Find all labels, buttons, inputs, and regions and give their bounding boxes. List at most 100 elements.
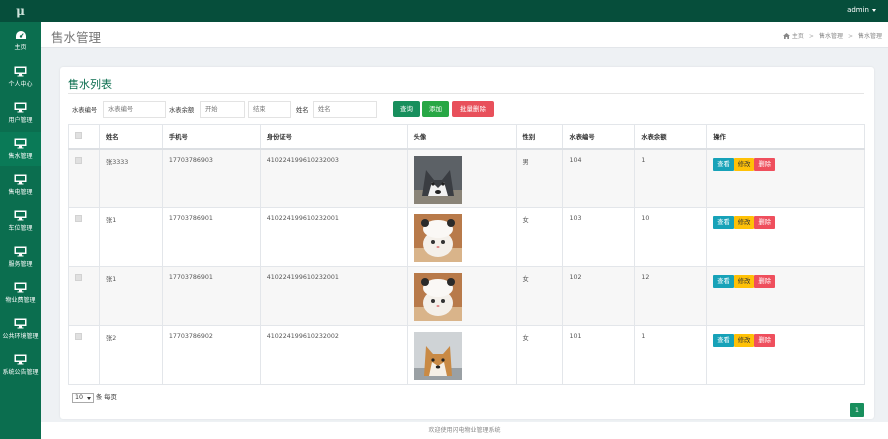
gender-cell: 女 <box>515 207 564 267</box>
sidebar-item-profile[interactable]: 个人中心 <box>0 60 41 94</box>
balance-cell: 12 <box>634 266 708 326</box>
view-button[interactable]: 查看 <box>713 216 734 229</box>
water-table: 姓名 手机号 身份证号 头像 性别 水表编号 水表余额 操作 张3333 177… <box>68 124 865 385</box>
monitor-icon <box>14 246 27 257</box>
row-checkbox[interactable] <box>75 156 82 164</box>
page-size-select[interactable]: 10 <box>72 393 94 403</box>
delete-button[interactable]: 删除 <box>754 157 775 171</box>
chevron-down-icon <box>872 8 876 12</box>
sidebar-item-property-fee[interactable]: 物业费管理 <box>0 276 41 310</box>
meter-label: 水表编号 <box>72 107 98 114</box>
balance-start-input[interactable] <box>200 101 245 118</box>
chevron-down-icon <box>87 397 91 400</box>
card-title: 售水列表 <box>68 78 112 91</box>
select-cell <box>68 266 100 326</box>
name-input[interactable] <box>313 101 377 118</box>
sidebar-item-label: 服务管理 <box>8 261 33 268</box>
query-button[interactable]: 查询 <box>393 101 420 117</box>
id-card-cell: 410224199610232001 <box>259 207 408 267</box>
balance-label: 水表余额 <box>169 107 195 114</box>
sidebar-item-parking[interactable]: 车位管理 <box>0 204 41 238</box>
page-button-current[interactable]: 1 <box>850 403 864 417</box>
edit-button[interactable]: 修改 <box>733 275 755 288</box>
monitor-icon <box>14 318 27 329</box>
sidebar-item-label: 车位管理 <box>8 225 33 232</box>
page-size-value: 10 <box>75 394 84 401</box>
user-menu[interactable]: admin <box>847 6 876 14</box>
column-header[interactable]: 性别 <box>515 124 564 150</box>
edit-button[interactable]: 修改 <box>733 157 755 171</box>
monitor-icon <box>14 138 27 149</box>
row-checkbox[interactable] <box>75 333 82 340</box>
sidebar-item-label: 公共环境管理 <box>2 333 39 340</box>
column-header: 操作 <box>706 124 865 150</box>
delete-button[interactable]: 删除 <box>754 275 775 288</box>
monitor-icon <box>14 174 27 185</box>
row-checkbox[interactable] <box>75 274 82 281</box>
top-bar: μ admin <box>0 0 888 22</box>
select-all-checkbox[interactable] <box>75 131 82 139</box>
dashboard-icon <box>15 31 26 39</box>
meter-input[interactable] <box>103 101 166 118</box>
balance-cell: 10 <box>634 207 708 267</box>
phone-cell: 17703786901 <box>161 207 261 267</box>
sidebar-item-service[interactable]: 服务管理 <box>0 240 41 274</box>
name-label: 姓名 <box>296 107 309 114</box>
monitor-icon <box>14 282 27 293</box>
column-header[interactable]: 姓名 <box>98 124 163 150</box>
view-button[interactable]: 查看 <box>713 157 734 171</box>
breadcrumb-item[interactable]: 售水管理 <box>819 33 843 40</box>
column-header[interactable]: 手机号 <box>161 124 261 150</box>
column-header[interactable]: 水表编号 <box>562 124 636 150</box>
breadcrumb-current: 售水管理 <box>857 33 882 40</box>
column-header[interactable]: 水表余额 <box>634 124 708 150</box>
monitor-icon <box>14 210 27 221</box>
app-logo[interactable]: μ <box>0 0 41 22</box>
edit-button[interactable]: 修改 <box>733 334 755 347</box>
edit-button[interactable]: 修改 <box>733 216 755 229</box>
row-checkbox[interactable] <box>75 215 82 222</box>
monitor-icon <box>14 66 27 77</box>
balance-end-input[interactable] <box>248 101 291 118</box>
meter-cell: 103 <box>562 207 636 267</box>
avatar-cell <box>406 325 517 385</box>
avatar-cell <box>406 266 517 326</box>
sidebar-item-label: 物业费管理 <box>5 297 36 304</box>
footer: 欢迎使用闪电物业管理系统 <box>41 422 888 439</box>
meter-cell: 101 <box>562 325 636 385</box>
meter-cell: 104 <box>562 148 636 208</box>
sidebar-item-environment[interactable]: 公共环境管理 <box>0 312 41 346</box>
gender-cell: 女 <box>515 325 564 385</box>
batch-delete-button[interactable]: 批量删除 <box>452 101 494 117</box>
view-button[interactable]: 查看 <box>713 275 734 288</box>
breadcrumb: 主页 > 售水管理 > 售水管理 <box>782 31 882 40</box>
sidebar-item-announcements[interactable]: 系统公告管理 <box>0 348 41 382</box>
shiba-avatar-image <box>413 332 462 380</box>
view-button[interactable]: 查看 <box>713 334 734 347</box>
page-size-control: 10 条 每页 <box>72 392 117 403</box>
avatar-cell <box>406 207 517 267</box>
sidebar-item-label: 个人中心 <box>8 81 33 88</box>
meter-cell: 102 <box>562 266 636 326</box>
sidebar-item-label: 系统公告管理 <box>2 369 39 376</box>
name-cell: 张2 <box>98 325 163 385</box>
sidebar-item-label: 售电管理 <box>8 189 33 196</box>
sidebar-item-water[interactable]: 售水管理 <box>0 132 41 166</box>
name-cell: 张3333 <box>98 148 163 208</box>
gender-cell: 女 <box>515 266 564 326</box>
select-cell <box>68 207 100 267</box>
delete-button[interactable]: 删除 <box>754 216 775 229</box>
add-button[interactable]: 添加 <box>422 101 449 117</box>
cat-avatar-image <box>413 273 462 321</box>
sidebar-item-label: 主页 <box>14 44 27 51</box>
husky-avatar-image <box>413 155 462 204</box>
sidebar-item-users[interactable]: 用户管理 <box>0 96 41 130</box>
sidebar-item-electricity[interactable]: 售电管理 <box>0 168 41 202</box>
breadcrumb-home[interactable]: 主页 <box>792 33 804 40</box>
monitor-icon <box>14 102 27 113</box>
page-title: 售水管理 <box>51 30 102 45</box>
column-header[interactable]: 身份证号 <box>259 124 408 150</box>
delete-button[interactable]: 删除 <box>754 334 775 347</box>
phone-cell: 17703786901 <box>161 266 261 326</box>
sidebar-item-home[interactable]: 主页 <box>0 24 41 58</box>
